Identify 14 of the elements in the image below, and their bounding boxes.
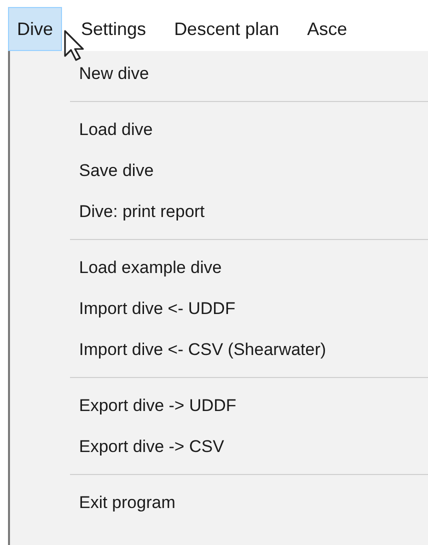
menu-item[interactable]: Load dive bbox=[10, 109, 428, 150]
menu-item[interactable]: New dive bbox=[10, 53, 428, 94]
menu-bar-item[interactable]: Descent plan bbox=[165, 7, 288, 51]
menu-item[interactable]: Import dive <- CSV (Shearwater) bbox=[10, 329, 428, 370]
menu-item[interactable]: Exit program bbox=[10, 482, 428, 523]
menu-item[interactable]: Import dive <- UDDF bbox=[10, 288, 428, 329]
menu-item[interactable]: Export dive -> UDDF bbox=[10, 385, 428, 426]
menu-item[interactable]: Load example dive bbox=[10, 247, 428, 288]
menu-item[interactable]: Export dive -> CSV bbox=[10, 426, 428, 467]
menu-bar-item[interactable]: Asce bbox=[298, 7, 356, 51]
menu-bar-item[interactable]: Dive bbox=[8, 7, 62, 51]
menu-item[interactable]: Save dive bbox=[10, 150, 428, 191]
menu-bar-item[interactable]: Settings bbox=[72, 7, 156, 51]
menu-item[interactable]: Dive: print report bbox=[10, 191, 428, 232]
